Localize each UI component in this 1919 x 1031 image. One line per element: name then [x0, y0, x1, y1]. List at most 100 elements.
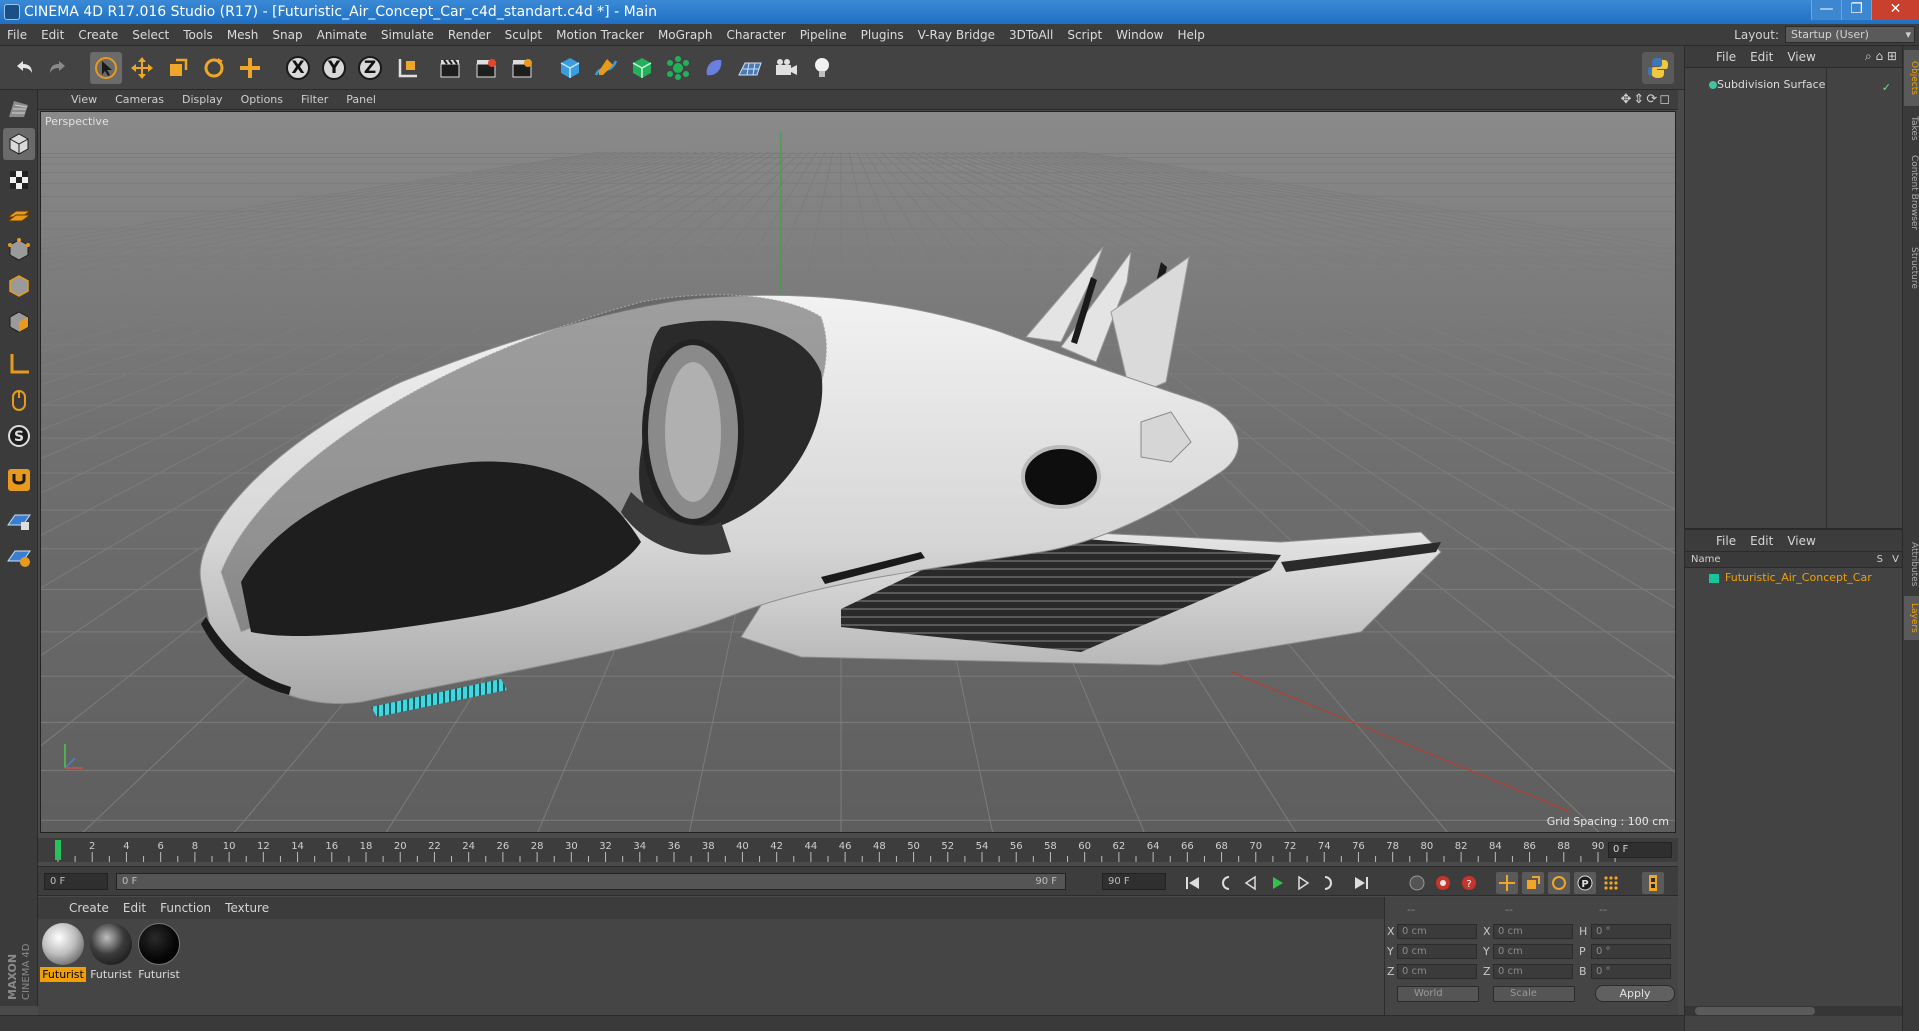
- viewport-navigation-icons[interactable]: ✥⇕⟳◻: [1621, 92, 1672, 107]
- render-view-button[interactable]: [434, 52, 466, 84]
- move-tool[interactable]: [126, 52, 158, 84]
- workplane-mode-button[interactable]: [3, 198, 35, 230]
- rotate-tool[interactable]: [198, 52, 230, 84]
- material-swatch-1[interactable]: Futurist: [40, 923, 86, 987]
- menu-script[interactable]: Script: [1060, 28, 1109, 42]
- size-x-field[interactable]: 0 cm: [1493, 924, 1573, 939]
- pos-z-field[interactable]: 0 cm: [1397, 964, 1477, 979]
- menu-mesh[interactable]: Mesh: [220, 28, 266, 42]
- preview-range-slider[interactable]: 0 F 90 F: [116, 873, 1066, 890]
- coordinate-system-toggle[interactable]: [392, 52, 424, 84]
- tab-attributes[interactable]: Attributes: [1904, 534, 1919, 594]
- add-cloner-button[interactable]: [662, 52, 694, 84]
- add-cube-button[interactable]: [554, 52, 586, 84]
- material-menu-edit[interactable]: Edit: [116, 901, 153, 915]
- menu-plugins[interactable]: Plugins: [854, 28, 911, 42]
- y-axis-lock[interactable]: Y: [318, 52, 350, 84]
- viewport-menu-display[interactable]: Display: [173, 93, 232, 106]
- menu-file[interactable]: File: [0, 28, 34, 42]
- layers-menu-edit[interactable]: Edit: [1743, 534, 1780, 548]
- material-menu-create[interactable]: Create: [62, 901, 116, 915]
- layers-scrollbar[interactable]: [1685, 1006, 1903, 1016]
- objects-search-home-icons[interactable]: ⌕ ⌂ ⊞: [1865, 49, 1897, 64]
- key-point-level-toggle[interactable]: [1600, 872, 1622, 894]
- menu-help[interactable]: Help: [1170, 28, 1211, 42]
- key-rotation-toggle[interactable]: [1548, 872, 1570, 894]
- end-frame-field[interactable]: 90 F: [1102, 873, 1166, 890]
- menu-pipeline[interactable]: Pipeline: [793, 28, 854, 42]
- add-camera-button[interactable]: [770, 52, 802, 84]
- layers-menu-view[interactable]: View: [1780, 534, 1822, 548]
- key-position-toggle[interactable]: [1496, 872, 1518, 894]
- python-script-button[interactable]: [1642, 52, 1674, 84]
- object-row-subdivision-surface[interactable]: Subdivision Surface ✓: [1689, 76, 1899, 94]
- menu-simulate[interactable]: Simulate: [374, 28, 441, 42]
- menu-character[interactable]: Character: [719, 28, 792, 42]
- previous-frame-button[interactable]: [1240, 872, 1262, 894]
- locked-workplane-button[interactable]: [3, 540, 35, 572]
- close-button[interactable]: ✕: [1871, 0, 1919, 20]
- minimize-button[interactable]: —: [1811, 0, 1841, 20]
- apply-button[interactable]: Apply: [1595, 985, 1675, 1002]
- size-z-field[interactable]: 0 cm: [1493, 964, 1573, 979]
- layer-color-swatch[interactable]: [1709, 574, 1719, 583]
- autokeying-button[interactable]: [1432, 872, 1454, 894]
- key-scale-toggle[interactable]: [1522, 872, 1544, 894]
- menu-create[interactable]: Create: [71, 28, 125, 42]
- objects-menu-view[interactable]: View: [1780, 50, 1822, 64]
- play-button[interactable]: [1266, 872, 1288, 894]
- menu-render[interactable]: Render: [441, 28, 498, 42]
- add-pen-spline-button[interactable]: [590, 52, 622, 84]
- polygons-mode-button[interactable]: [3, 306, 35, 338]
- x-axis-lock[interactable]: X: [282, 52, 314, 84]
- tweak-mode-button[interactable]: [3, 384, 35, 416]
- layer-row[interactable]: Futuristic_Air_Concept_Car: [1685, 570, 1903, 586]
- viewport-menu-view[interactable]: View: [62, 93, 106, 106]
- material-menu-texture[interactable]: Texture: [218, 901, 276, 915]
- menu-vray-bridge[interactable]: V-Ray Bridge: [911, 28, 1002, 42]
- add-floor-button[interactable]: [734, 52, 766, 84]
- workplane-lock-button[interactable]: [3, 504, 35, 536]
- add-light-button[interactable]: [806, 52, 838, 84]
- add-deformer-button[interactable]: [698, 52, 730, 84]
- menu-select[interactable]: Select: [125, 28, 176, 42]
- recent-tools[interactable]: [234, 52, 266, 84]
- rot-b-field[interactable]: 0 °: [1591, 964, 1671, 979]
- key-parameter-toggle[interactable]: P: [1574, 872, 1596, 894]
- layers-menu-file[interactable]: File: [1709, 534, 1743, 548]
- add-subdivision-surface-button[interactable]: [626, 52, 658, 84]
- layers-scroll-thumb[interactable]: [1695, 1007, 1815, 1015]
- previous-key-button[interactable]: [1214, 872, 1236, 894]
- menu-tools[interactable]: Tools: [176, 28, 220, 42]
- solo-mode-button[interactable]: S: [3, 420, 35, 452]
- redo-button[interactable]: [42, 52, 74, 84]
- edges-mode-button[interactable]: [3, 270, 35, 302]
- axis-mode-button[interactable]: [3, 348, 35, 380]
- tab-content-browser[interactable]: Content Browser: [1904, 150, 1919, 236]
- objects-menu-edit[interactable]: Edit: [1743, 50, 1780, 64]
- viewport-menu-panel[interactable]: Panel: [337, 93, 385, 106]
- record-active-objects-button[interactable]: [1406, 872, 1428, 894]
- current-frame-field[interactable]: 0 F: [1608, 842, 1672, 858]
- viewport-menu-cameras[interactable]: Cameras: [106, 93, 173, 106]
- render-picture-viewer-button[interactable]: [470, 52, 502, 84]
- maximize-button[interactable]: ❐: [1841, 0, 1871, 20]
- material-swatch-2[interactable]: Futurist: [88, 923, 134, 987]
- menu-window[interactable]: Window: [1109, 28, 1170, 42]
- menu-snap[interactable]: Snap: [265, 28, 309, 42]
- menu-animate[interactable]: Animate: [310, 28, 374, 42]
- menu-edit[interactable]: Edit: [34, 28, 71, 42]
- tab-takes[interactable]: Takes: [1904, 108, 1919, 148]
- timeline-ruler[interactable]: 0246810121416182022242628303234363840424…: [38, 838, 1678, 862]
- goto-start-button[interactable]: [1182, 872, 1204, 894]
- tab-structure[interactable]: Structure: [1904, 240, 1919, 296]
- size-mode-dropdown[interactable]: Scale: [1493, 986, 1575, 1002]
- layout-dropdown[interactable]: Startup (User): [1785, 26, 1915, 43]
- start-frame-field[interactable]: 0 F: [44, 873, 108, 890]
- pos-y-field[interactable]: 0 cm: [1397, 944, 1477, 959]
- viewport-menu-filter[interactable]: Filter: [292, 93, 337, 106]
- timeline-playhead[interactable]: [55, 840, 61, 860]
- rot-p-field[interactable]: 0 °: [1591, 944, 1671, 959]
- points-mode-button[interactable]: [3, 234, 35, 266]
- goto-end-button[interactable]: [1350, 872, 1372, 894]
